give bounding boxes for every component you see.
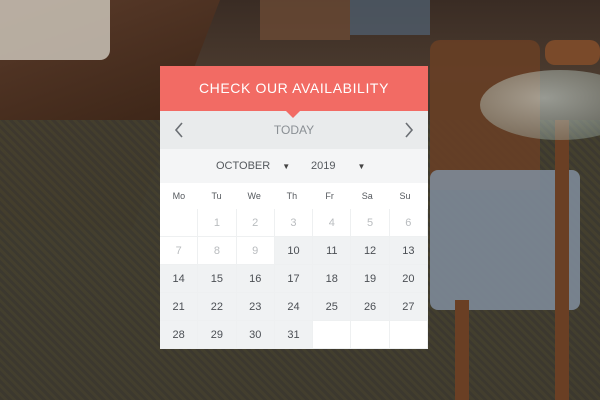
weekday-label: Th (286, 191, 298, 201)
day-cell-disabled: 9 (236, 237, 275, 265)
day-cell[interactable]: 18 (313, 265, 352, 293)
empty-day-cell (313, 321, 352, 349)
caret-down-icon: ▼ (357, 161, 366, 171)
weekday-label: We (247, 191, 261, 201)
background-chair (350, 0, 430, 35)
empty-day-cell (389, 321, 428, 349)
day-cell[interactable]: 26 (351, 293, 390, 321)
today-link[interactable]: TODAY (274, 123, 314, 137)
chevron-left-icon[interactable] (160, 111, 198, 149)
empty-day-cell (351, 321, 390, 349)
weekday-label: Su (399, 191, 411, 201)
pointer-triangle (286, 111, 300, 118)
armchair-arm (545, 40, 600, 65)
day-cell-disabled: 2 (236, 209, 275, 237)
check-availability-button[interactable]: CHECK OUR AVAILABILITY (160, 66, 428, 118)
day-cell-disabled: 3 (274, 209, 314, 237)
weekday-label: Sa (361, 191, 373, 201)
month-select[interactable]: OCTOBER ▼ (216, 160, 311, 172)
weekday-header: Mo Tu We Th Fr Sa Su (160, 183, 428, 209)
day-cell[interactable]: 17 (274, 265, 314, 293)
caret-down-icon: ▼ (282, 161, 291, 171)
day-cell-disabled: 5 (351, 209, 390, 237)
armchair-leg (555, 120, 569, 400)
background-photo: CHECK OUR AVAILABILITY TODAY OCTOBER ▼ 2… (0, 0, 600, 400)
weekday-label: Fr (325, 191, 334, 201)
day-cell[interactable]: 21 (160, 293, 199, 321)
day-cell[interactable]: 12 (351, 237, 390, 265)
day-cell-disabled: 6 (389, 209, 428, 237)
day-cell[interactable]: 20 (389, 265, 428, 293)
day-grid: 1 2 3 4 5 6 7 8 9 10 11 12 13 14 15 16 17 18 19 20 21 22 23 24 2… (160, 209, 428, 349)
background-sofa (0, 0, 110, 60)
check-availability-label: CHECK OUR AVAILABILITY (198, 80, 390, 96)
weekday-label: Tu (211, 191, 222, 201)
background-chair (260, 0, 350, 40)
day-cell[interactable]: 29 (198, 321, 237, 349)
day-cell[interactable]: 14 (160, 265, 199, 293)
year-value: 2019 (311, 160, 336, 172)
day-cell[interactable]: 19 (351, 265, 390, 293)
month-year-selectors: OCTOBER ▼ 2019 ▼ (160, 149, 428, 183)
day-cell-disabled: 7 (160, 237, 199, 265)
day-cell[interactable]: 15 (198, 265, 237, 293)
day-cell[interactable]: 28 (160, 321, 199, 349)
day-cell[interactable]: 23 (236, 293, 275, 321)
day-cell-disabled: 1 (198, 209, 237, 237)
calendar: TODAY OCTOBER ▼ 2019 ▼ Mo Tu We Th Fr Sa… (160, 111, 428, 349)
armchair-leg (455, 300, 469, 400)
month-value: OCTOBER (216, 160, 271, 172)
day-cell[interactable]: 13 (389, 237, 428, 265)
day-cell[interactable]: 25 (313, 293, 352, 321)
day-cell[interactable]: 16 (236, 265, 275, 293)
day-cell-disabled: 4 (313, 209, 352, 237)
day-cell-disabled: 8 (198, 237, 237, 265)
day-cell[interactable]: 31 (274, 321, 314, 349)
availability-widget: CHECK OUR AVAILABILITY TODAY OCTOBER ▼ 2… (160, 66, 428, 349)
day-cell[interactable]: 10 (274, 237, 314, 265)
empty-day-cell (160, 209, 199, 237)
day-cell[interactable]: 22 (198, 293, 237, 321)
day-cell[interactable]: 30 (236, 321, 275, 349)
year-select[interactable]: 2019 ▼ (311, 160, 365, 172)
day-cell[interactable]: 11 (313, 237, 352, 265)
chevron-right-icon[interactable] (390, 111, 428, 149)
day-cell[interactable]: 24 (274, 293, 314, 321)
weekday-label: Mo (172, 191, 186, 201)
day-cell[interactable]: 27 (389, 293, 428, 321)
